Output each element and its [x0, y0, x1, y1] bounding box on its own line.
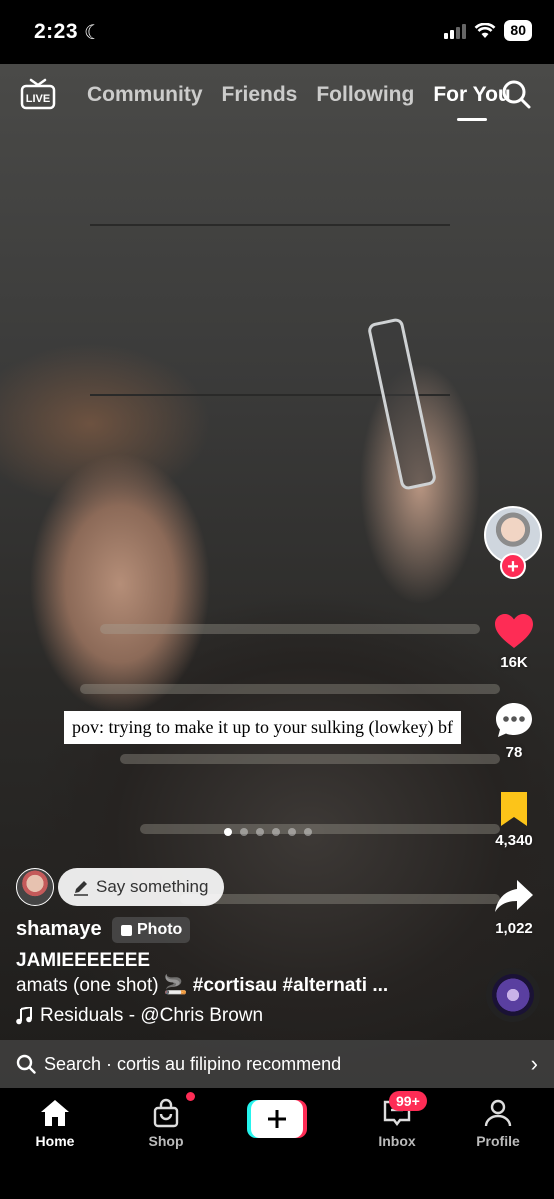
like-button[interactable]: 16K	[484, 612, 544, 671]
carousel-dot	[288, 828, 296, 836]
status-time: 2:23	[34, 20, 79, 43]
music-disc[interactable]	[486, 968, 540, 1022]
home-icon	[41, 1100, 69, 1126]
sweater-texture	[180, 894, 500, 904]
photo-badge: Photo	[112, 917, 191, 943]
tab-inbox-label: Inbox	[378, 1133, 416, 1149]
like-count: 16K	[500, 654, 528, 671]
battery-indicator: 80	[504, 20, 532, 41]
tab-shop-label: Shop	[148, 1133, 184, 1149]
tab-home[interactable]: Home	[15, 1098, 95, 1149]
tab-friends[interactable]: Friends	[222, 83, 298, 107]
status-bar: 2:23 ☾ 80	[0, 0, 554, 64]
post-description[interactable]: amats (one shot) 🚬 #cortisau #alternati …	[16, 973, 388, 997]
photo-badge-label: Photo	[137, 921, 183, 938]
comment-count: 78	[505, 744, 523, 761]
carousel-indicator	[224, 828, 312, 836]
search-icon	[16, 1054, 36, 1074]
shopping-bag-icon	[153, 1098, 179, 1128]
description-text: amats (one shot) 🚬	[16, 975, 188, 996]
tab-home-label: Home	[35, 1133, 75, 1149]
post-title: JAMIEEEEEEE	[16, 950, 151, 971]
share-button[interactable]: 1,022	[484, 878, 544, 937]
cellular-signal-icon	[444, 23, 467, 39]
commenter-avatar[interactable]	[16, 868, 54, 906]
sweater-texture	[140, 824, 500, 834]
profile-icon	[484, 1099, 512, 1127]
save-button[interactable]: 4,340	[484, 790, 544, 849]
share-icon	[495, 880, 533, 912]
tab-community[interactable]: Community	[87, 83, 203, 107]
hashtags[interactable]: #cortisau #alternati ...	[193, 975, 388, 996]
comment-icon	[496, 703, 532, 737]
sweater-texture	[120, 754, 500, 764]
tab-profile[interactable]: Profile	[458, 1098, 538, 1149]
music-info[interactable]: Residuals - @Chris Brown	[16, 1005, 263, 1027]
carousel-dot	[304, 828, 312, 836]
music-title: Residuals - @Chris Brown	[40, 1005, 264, 1026]
carousel-dot	[224, 828, 232, 836]
bookmark-icon	[501, 792, 527, 826]
caption-sticker: pov: trying to make it up to your sulkin…	[64, 711, 461, 744]
feed-tabs: Community Friends Following For You	[87, 83, 511, 107]
create-button[interactable]	[247, 1100, 307, 1138]
search-suggestion-bar[interactable]: Search · cortis au filipino recommend ›	[0, 1040, 554, 1088]
say-something-button[interactable]: Say something	[58, 868, 225, 906]
comment-button[interactable]: 78	[484, 700, 544, 761]
carousel-dot	[272, 828, 280, 836]
sweater-texture	[80, 684, 500, 694]
live-icon[interactable]: LIVE	[20, 78, 56, 110]
share-count: 1,022	[495, 920, 533, 937]
tab-shop[interactable]: Shop	[126, 1098, 206, 1149]
tab-following[interactable]: Following	[316, 83, 414, 107]
svg-text:LIVE: LIVE	[26, 93, 50, 105]
wall-panel-line	[90, 224, 450, 226]
carousel-dot	[256, 828, 264, 836]
chevron-right-icon: ›	[530, 1051, 538, 1076]
follow-button[interactable]: +	[500, 553, 526, 579]
say-something-label: Say something	[96, 877, 209, 896]
tab-profile-label: Profile	[476, 1133, 520, 1149]
search-suggestion-text: Search · cortis au filipino recommend	[44, 1053, 342, 1074]
sweater-texture	[100, 624, 480, 634]
wifi-icon	[475, 22, 496, 38]
top-navigation: LIVE Community Friends Following For You	[0, 64, 554, 134]
phone-in-photo	[366, 317, 438, 491]
music-note-icon	[16, 1007, 32, 1025]
status-right: 80	[444, 20, 532, 41]
heart-icon	[495, 614, 533, 648]
photo-icon	[121, 924, 132, 936]
carousel-dot	[240, 828, 248, 836]
inbox-badge: 99+	[389, 1091, 427, 1111]
post-username[interactable]: shamaye	[16, 918, 102, 941]
save-count: 4,340	[495, 832, 533, 849]
shop-notification-dot	[186, 1092, 195, 1101]
search-icon[interactable]	[500, 78, 532, 110]
pencil-icon	[74, 881, 88, 896]
moon-icon: ☾	[84, 22, 102, 44]
